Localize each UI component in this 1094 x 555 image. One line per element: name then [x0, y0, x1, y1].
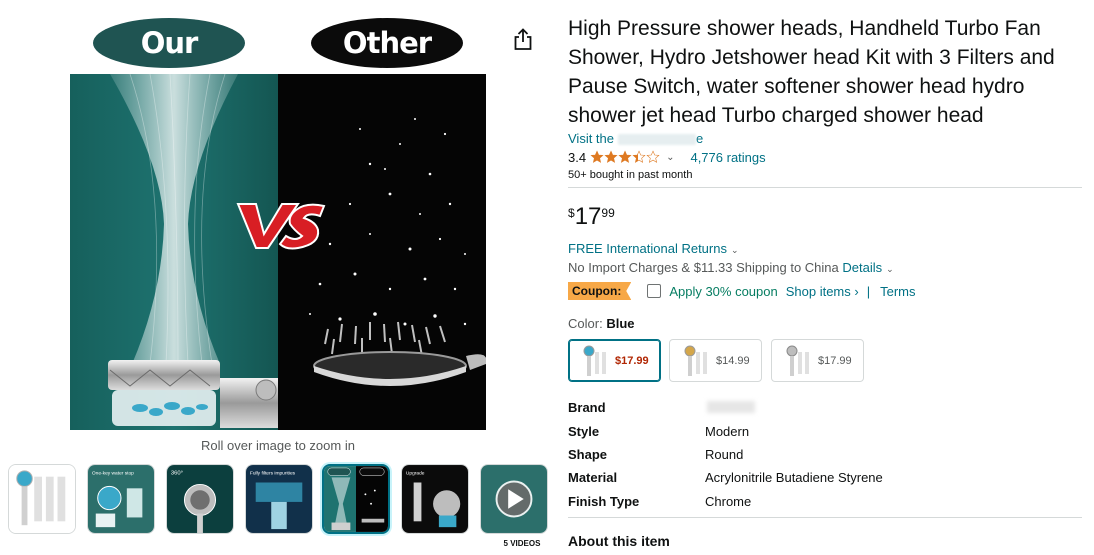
shower-head-product-thumb-icon — [9, 465, 75, 533]
star-full-icon — [590, 150, 604, 163]
thumbnail-7-video[interactable] — [480, 464, 548, 534]
swatch-price: $14.99 — [716, 354, 750, 367]
chevron-down-icon: ⌄ — [730, 245, 739, 255]
svg-text:360°: 360° — [171, 471, 183, 477]
color-label: Color: Blue — [568, 316, 635, 331]
ratings-count-link[interactable]: 4,776 ratings — [690, 150, 765, 165]
apply-coupon-label[interactable]: Apply 30% coupon — [669, 284, 777, 299]
spec-row-brand: Brand — [568, 400, 1084, 418]
visit-store-link[interactable]: Visit the e — [568, 131, 703, 146]
bought-past-month: 50+ bought in past month — [568, 169, 693, 181]
shipping-info: No Import Charges & $11.33 Shipping to C… — [568, 260, 894, 275]
color-swatch-blue[interactable]: $17.99 — [568, 339, 661, 382]
star-empty-icon — [646, 150, 660, 163]
swatch-price: $17.99 — [818, 354, 852, 367]
product-title: High Pressure shower heads, Handheld Tur… — [568, 17, 1055, 127]
coupon-badge: Coupon: — [568, 282, 632, 300]
about-this-item-heading: About this item — [568, 533, 670, 549]
brand-redacted — [707, 401, 755, 413]
coupon-checkbox[interactable] — [647, 284, 662, 298]
usage-thumb-icon: One-key water stop — [88, 465, 154, 533]
shower-head-blue-icon — [583, 345, 606, 376]
parts-thumb-icon: Upgrade — [402, 465, 468, 533]
videos-count-label: 5 VIDEOS — [503, 539, 541, 548]
star-rating[interactable] — [590, 150, 660, 164]
our-label-badge: Our — [93, 18, 245, 68]
divider — [568, 187, 1082, 188]
svg-text:One-key water stop: One-key water stop — [92, 471, 134, 477]
svg-text:Upgrade: Upgrade — [406, 471, 425, 477]
store-name-redacted — [618, 134, 697, 146]
shipping-details-link[interactable]: Details — [842, 260, 882, 275]
free-returns-link[interactable]: FREE International Returns ⌄ — [568, 241, 739, 256]
rating-row: 3.4 ⌄ 4,776 ratings — [568, 148, 766, 166]
color-swatch-silver[interactable]: $17.99 — [771, 339, 864, 382]
thumbnail-3[interactable]: 360° — [166, 464, 234, 534]
selected-color: Blue — [606, 316, 635, 331]
rotation-thumb-icon: 360° — [167, 465, 233, 533]
thumbnail-6[interactable]: Upgrade — [401, 464, 469, 534]
svg-text:Fully filters impurities: Fully filters impurities — [250, 471, 296, 477]
thumbnail-5[interactable] — [322, 464, 390, 534]
swatch-price: $17.99 — [615, 354, 649, 367]
main-product-image[interactable]: VS — [70, 74, 486, 430]
spec-row-finish: Finish Type Chrome — [568, 494, 752, 509]
shower-head-silver-icon — [786, 345, 809, 376]
coupon-terms-link[interactable]: Terms — [880, 284, 915, 299]
star-half-icon — [632, 150, 646, 163]
spec-row-material: Material Acrylonitrile Butadiene Styrene — [568, 470, 883, 485]
thumbnail-2[interactable]: One-key water stop — [87, 464, 155, 534]
chevron-down-icon[interactable]: ⌄ — [666, 152, 674, 163]
thumbnail-strip: One-key water stop 360° Fully filters im… — [8, 464, 556, 548]
thumbnail-4[interactable]: Fully filters impurities — [245, 464, 313, 534]
color-swatch-gold[interactable]: $14.99 — [669, 339, 762, 382]
rating-value: 3.4 — [568, 149, 587, 165]
price: $1799 — [568, 203, 615, 230]
comparison-thumb-icon — [324, 466, 388, 532]
spec-row-shape: Shape Round — [568, 447, 744, 462]
video-thumb-icon — [481, 465, 547, 533]
chevron-down-icon[interactable]: ⌄ — [886, 264, 894, 274]
zoom-hint: Roll over image to zoom in — [201, 438, 355, 453]
thumbnail-1[interactable] — [8, 464, 76, 534]
image-gallery: Our Other VS Roll over image to zoom in … — [0, 0, 556, 555]
share-icon[interactable] — [512, 28, 534, 52]
filter-thumb-icon: Fully filters impurities — [246, 465, 312, 533]
coupon-separator: | — [866, 283, 871, 299]
shop-items-link[interactable]: Shop items › — [786, 284, 859, 299]
spec-row-style: Style Modern — [568, 424, 750, 439]
coupon-row: Coupon: Apply 30% coupon Shop items › | … — [568, 281, 916, 301]
other-label-badge: Other — [311, 18, 463, 68]
star-full-icon — [604, 150, 618, 163]
star-full-icon — [618, 150, 632, 163]
shower-head-gold-icon — [684, 345, 707, 376]
divider — [568, 517, 1082, 518]
